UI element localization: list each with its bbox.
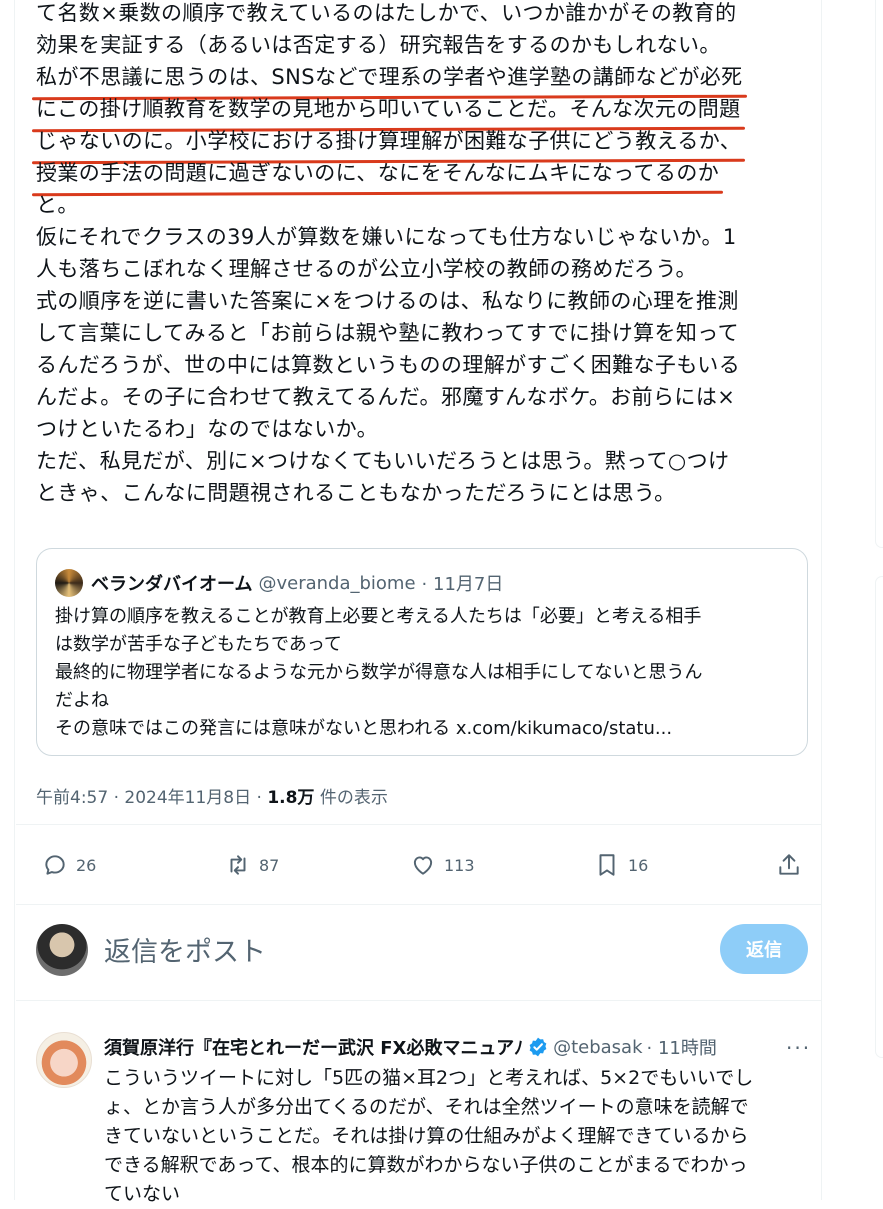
tweet-line-highlighted: 私が不思議に思うのは、SNSなどで理系の学者や進学塾の講師などが必死 [31,62,747,101]
tweet-line: 人も落ちこぼれなく理解させるのが公立小学校の教師の務めだろう。 [36,257,697,281]
reply-line: こういうツイートに対し「5匹の猫×耳2つ」と考えれば、5×2でもいいでし [104,1067,754,1089]
side-card [875,576,883,1058]
tweet-line-highlighted: じゃないのに。小学校における掛け算理解が困難な子供にどう教えるか、 [31,126,746,165]
tweet-line: 効果を実証する（あるいは否定する）研究報告をするのかもしれない。 [36,33,721,57]
quoted-line: 掛け算の順序を教えることが教育上必要と考える人たちは「必要」と考える相手 [55,606,702,627]
reply-line: できる解釈であって、根本的に算数がわからない子供のことがまるでわかっ [104,1154,748,1176]
column-border-left [14,0,15,1200]
red-underline [31,190,724,197]
reply-line: ょ、とか言う人が多分出てくるのだが、それは全然ツイートの意味を読解で [104,1096,749,1118]
tweet-meta: 午前4:57 · 2024年11月8日 · 1.8万 件の表示 [36,783,388,808]
quoted-line: 最終的に物理学者になるような元から数学が得意な人は相手にしてないと思うん [55,662,703,683]
avatar [36,924,88,976]
tweet-line-highlighted: 授業の手法の問題に過ぎないのに、なにをそんなにムキになってるのか [31,158,724,197]
bookmark-icon [599,854,615,876]
quoted-author-handle: @veranda_biome [258,572,416,594]
tweet-line: つけといたるわ」なのではないか。 [36,417,378,441]
quoted-tweet-header: ベランダバイオーム @veranda_biome · 11月7日 [55,569,503,597]
quoted-line: は数学が苦手な子どもたちであって [55,634,342,655]
side-card [875,0,883,548]
column-border-right [821,0,822,1200]
more-options-icon[interactable]: ··· [786,1036,811,1060]
tweet-line: ときゃ、こんなに問題視されることもなかっただろうにとは思う。 [36,481,676,505]
heart-icon [413,856,433,875]
tweet-line: 式の順序を逆に書いた答案に×をつけるのは、私なりに教師の心理を推測 [36,289,739,313]
divider [16,1000,821,1001]
divider [16,824,821,825]
reply-input[interactable]: 返信をポスト [104,930,266,969]
retweet-icon [230,855,246,875]
tweet-line: と。 [36,193,79,217]
quoted-tweet-text: 掛け算の順序を教えることが教育上必要と考える人たちは「必要」と考える相手 は数学… [55,603,702,743]
retweet-button[interactable]: 87 [225,852,279,878]
share-icon [779,854,799,875]
reply-line: ていない [104,1183,181,1205]
divider [16,904,821,905]
tweet-line: ただ、私見だが、別に×つけなくてもいいだろうとは思う。黙って○つけ [36,449,730,473]
views-label: 件の表示 [314,788,388,808]
reply-text: こういうツイートに対し「5匹の猫×耳2つ」と考えれば、5×2でもいいでし ょ、と… [104,1064,753,1209]
quoted-author-name: ベランダバイオーム [91,574,253,595]
view-count: 1.8万 [267,788,315,808]
tweet-line: て名数×乗数の順序で教えているのはたしかで、いつか誰かがその教育的 [36,1,737,25]
like-count: 113 [444,855,475,875]
reply-line: きていないということだ。それは掛け算の仕組みがよく理解できているから [104,1125,749,1147]
reply-author-name[interactable]: 須賀原洋行『在宅とれーだー武沢 FX必敗マニュアﾉ [104,1034,523,1060]
tweet-line: んだよ。その子に合わせて教えてるんだ。邪魔すんなボケ。お前らには× [36,385,736,409]
avatar [55,569,83,597]
bookmark-button[interactable]: 16 [594,852,648,878]
verified-badge-icon [529,1037,547,1057]
tweet-line: して言葉にしてみると「お前らは親や塾に教わってすでに掛け算を知って [36,321,740,345]
avatar[interactable] [36,1032,92,1088]
reply-time[interactable]: · 11時間 [647,1034,717,1060]
reply-count: 26 [76,855,97,875]
tweet-line: るんだろうが、世の中には算数というものの理解がすごく困難な子もいる [36,353,741,377]
tweet-line: 仮にそれでクラスの39人が算数を嫌いになっても仕方ないじゃないか。1 [36,225,737,249]
bookmark-count: 16 [628,855,649,875]
timestamp[interactable]: 午前4:57 · 2024年11月8日 · [36,788,267,808]
quoted-line: だよね [55,690,109,711]
reply-submit-button[interactable]: 返信 [720,924,808,974]
quoted-line: その意味ではこの発言には意味がないと思われる x.com/kikumaco/st… [55,718,673,739]
reply-author-handle[interactable]: @tebasak [553,1037,642,1058]
reply-header: 須賀原洋行『在宅とれーだー武沢 FX必敗マニュアﾉ @tebasak · 11時… [104,1034,717,1060]
share-button[interactable] [776,852,802,878]
quoted-tweet[interactable]: ベランダバイオーム @veranda_biome · 11月7日 掛け算の順序を… [36,548,808,756]
tweet-line-highlighted: にこの掛け順教育を数学の見地から叩いていることだ。そんな次元の問題 [31,94,745,133]
quoted-date: · 11月7日 [421,574,504,595]
reply-button[interactable]: 26 [42,852,96,878]
reply-icon [45,855,65,875]
retweet-count: 87 [259,855,280,875]
like-button[interactable]: 113 [410,852,475,878]
